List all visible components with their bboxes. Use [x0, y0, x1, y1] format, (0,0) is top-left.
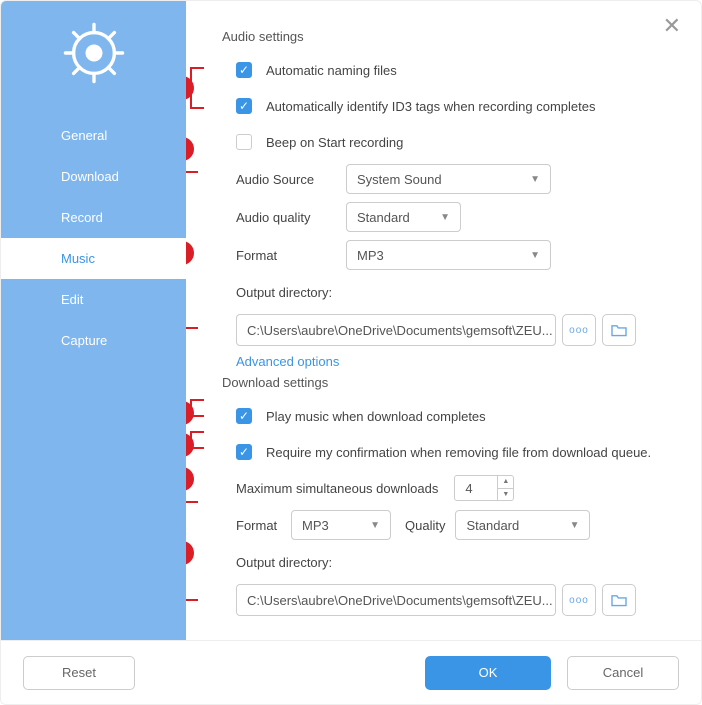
annotation-badge-6: 6	[186, 467, 194, 491]
audio-source-value: System Sound	[357, 172, 442, 187]
sidebar-item-general[interactable]: General	[1, 115, 186, 156]
download-format-select[interactable]: MP3 ▼	[291, 510, 391, 540]
sidebar-item-label: General	[61, 128, 107, 143]
spinner-icon[interactable]: ▲▼	[497, 476, 513, 500]
settings-dialog: ✕ General Download Record Music Edit Cap…	[0, 0, 702, 705]
cancel-button[interactable]: Cancel	[567, 656, 679, 690]
play-complete-label: Play music when download completes	[266, 409, 486, 424]
advanced-options-link[interactable]: Advanced options	[236, 354, 679, 369]
dialog-body: General Download Record Music Edit Captu…	[1, 1, 701, 641]
audio-quality-value: Standard	[357, 210, 410, 225]
download-section-title: Download settings	[222, 375, 679, 390]
audio-format-value: MP3	[357, 248, 384, 263]
auto-id3-checkbox[interactable]	[236, 98, 252, 114]
caret-down-icon: ▼	[440, 212, 450, 223]
auto-naming-checkbox[interactable]	[236, 62, 252, 78]
auto-naming-label: Automatic naming files	[266, 63, 397, 78]
folder-icon	[610, 593, 628, 607]
sidebar-item-label: Download	[61, 169, 119, 184]
caret-down-icon: ▼	[570, 520, 580, 531]
download-outdir-input[interactable]: C:\Users\aubre\OneDrive\Documents\gemsof…	[236, 584, 556, 616]
audio-quality-select[interactable]: Standard ▼	[346, 202, 461, 232]
audio-source-select[interactable]: System Sound ▼	[346, 164, 551, 194]
caret-down-icon: ▼	[530, 174, 540, 185]
dialog-footer: Reset OK Cancel	[1, 640, 701, 704]
ok-button[interactable]: OK	[425, 656, 551, 690]
download-quality-label: Quality	[405, 518, 445, 533]
auto-id3-label: Automatically identify ID3 tags when rec…	[266, 99, 596, 114]
audio-more-button[interactable]: ooo	[562, 314, 596, 346]
gear-icon	[1, 19, 186, 87]
audio-section-title: Audio settings	[222, 29, 679, 44]
beep-checkbox[interactable]	[236, 134, 252, 150]
beep-label: Beep on Start recording	[266, 135, 403, 150]
audio-format-select[interactable]: MP3 ▼	[346, 240, 551, 270]
download-more-button[interactable]: ooo	[562, 584, 596, 616]
max-downloads-label: Maximum simultaneous downloads	[236, 481, 438, 496]
sidebar-item-label: Music	[61, 251, 95, 266]
download-quality-value: Standard	[466, 518, 519, 533]
max-downloads-input[interactable]: 4 ▲▼	[454, 475, 514, 501]
sidebar-item-label: Record	[61, 210, 103, 225]
folder-icon	[610, 323, 628, 337]
sidebar-item-download[interactable]: Download	[1, 156, 186, 197]
audio-format-label: Format	[236, 248, 346, 263]
audio-browse-button[interactable]	[602, 314, 636, 346]
main-panel[interactable]: 1 2 3 4 5 6 7 Audio settings Automatic n…	[186, 1, 701, 641]
audio-source-label: Audio Source	[236, 172, 346, 187]
main-wrap: 1 2 3 4 5 6 7 Audio settings Automatic n…	[186, 1, 701, 641]
reset-button[interactable]: Reset	[23, 656, 135, 690]
max-downloads-value: 4	[465, 481, 472, 496]
audio-outdir-label: Output directory:	[236, 285, 332, 300]
sidebar-item-record[interactable]: Record	[1, 197, 186, 238]
audio-quality-label: Audio quality	[236, 210, 346, 225]
download-browse-button[interactable]	[602, 584, 636, 616]
annotation-badge-2: 2	[186, 137, 194, 161]
sidebar-item-music[interactable]: Music	[1, 238, 186, 279]
sidebar-item-capture[interactable]: Capture	[1, 320, 186, 361]
download-format-label: Format	[236, 518, 291, 533]
audio-outdir-input[interactable]: C:\Users\aubre\OneDrive\Documents\gemsof…	[236, 314, 556, 346]
download-outdir-label: Output directory:	[236, 555, 332, 570]
sidebar: General Download Record Music Edit Captu…	[1, 1, 186, 641]
confirm-remove-label: Require my confirmation when removing fi…	[266, 445, 651, 460]
play-complete-checkbox[interactable]	[236, 408, 252, 424]
caret-down-icon: ▼	[370, 520, 380, 531]
download-quality-select[interactable]: Standard ▼	[455, 510, 590, 540]
sidebar-item-label: Capture	[61, 333, 107, 348]
sidebar-item-edit[interactable]: Edit	[1, 279, 186, 320]
sidebar-item-label: Edit	[61, 292, 83, 307]
download-format-value: MP3	[302, 518, 329, 533]
confirm-remove-checkbox[interactable]	[236, 444, 252, 460]
caret-down-icon: ▼	[530, 250, 540, 261]
